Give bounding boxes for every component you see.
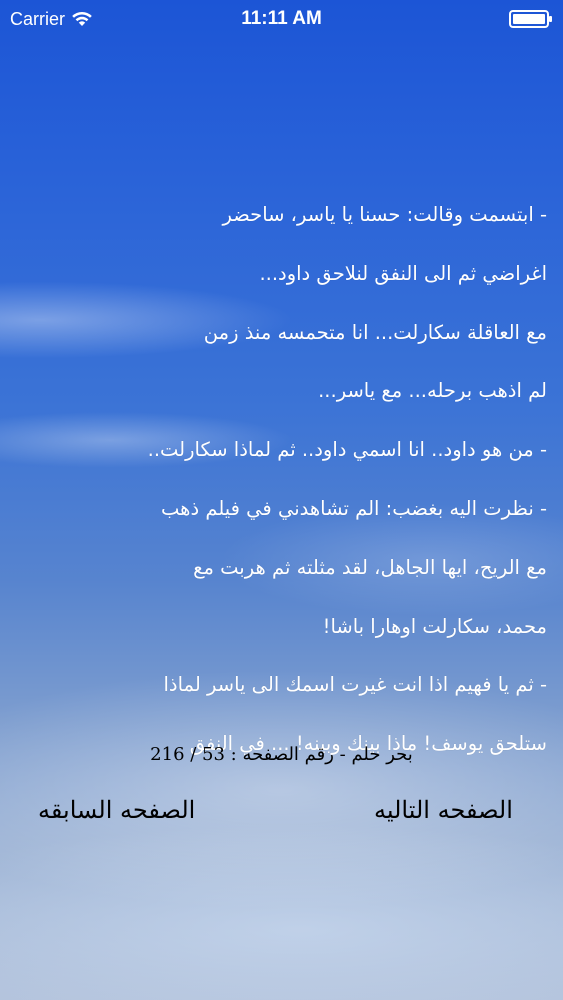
story-line: مع الريح، ايها الجاهل، لقد مثلته ثم هربت… — [193, 555, 547, 579]
story-line: - ابتسمت وقالت: حسنا يا ياسر، ساحضر — [222, 203, 547, 226]
story-text: - ابتسمت وقالت: حسنا يا ياسر، ساحضر اغرا… — [24, 186, 547, 774]
previous-page-button[interactable]: الصفحه السابقه — [38, 796, 195, 824]
story-line: - من هو داود.. انا اسمي داود.. ثم لماذا … — [147, 438, 547, 462]
carrier-label: Carrier — [10, 8, 66, 29]
page-counter: بحر حلم - رقم الصفحه : 53 / 216 — [150, 744, 413, 765]
wifi-icon — [72, 11, 92, 26]
story-line: - نظرت اليه بغضب: الم تشاهدني في فيلم ذه… — [161, 496, 547, 520]
next-page-button[interactable]: الصفحه التاليه — [374, 796, 513, 824]
status-left: Carrier — [10, 9, 93, 30]
story-line: لم اذهب برحله... مع ياسر... — [318, 379, 547, 403]
status-bar: Carrier 11:11 AM — [0, 0, 563, 38]
story-line: اغراضي ثم الى النفق لنلاحق داود... — [259, 261, 547, 285]
battery-icon — [509, 10, 552, 28]
story-line: - ثم يا فهيم اذا انت غيرت اسمك الى ياسر … — [163, 673, 547, 697]
story-line: مع العاقلة سكارلت... انا متحمسه منذ زمن — [203, 320, 547, 344]
story-line: محمد، سكارلت اوهارا باشا! — [322, 614, 547, 638]
